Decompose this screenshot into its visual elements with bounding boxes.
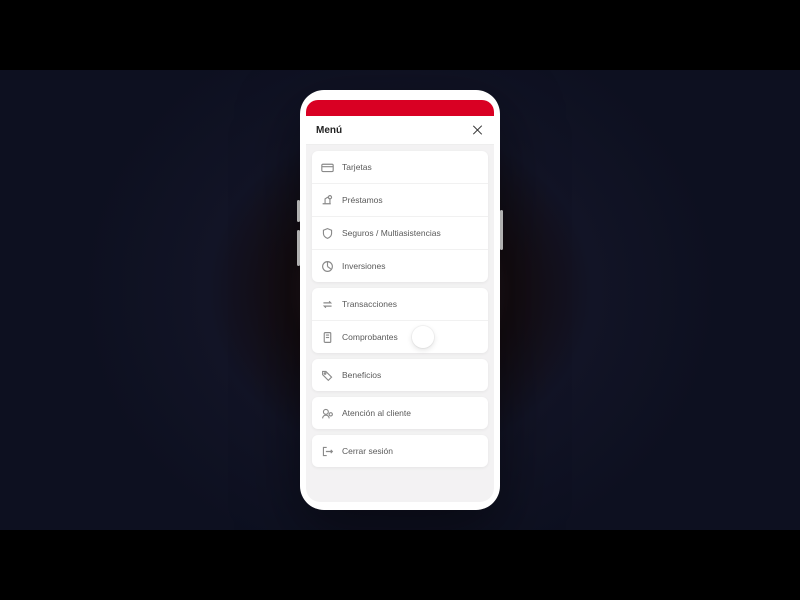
phone-side-button: [500, 210, 503, 250]
menu-title: Menú: [316, 125, 342, 136]
menu-item-comprobantes[interactable]: Comprobantes: [312, 320, 488, 353]
menu-item-beneficios[interactable]: Beneficios: [312, 359, 488, 391]
close-icon[interactable]: [472, 124, 484, 136]
menu-group: Beneficios: [312, 359, 488, 391]
menu-item-label: Comprobantes: [342, 332, 398, 342]
transfer-icon: [320, 297, 334, 311]
card-icon: [320, 160, 334, 174]
tag-icon: [320, 368, 334, 382]
tap-indicator: [412, 326, 434, 348]
menu-item-inversiones[interactable]: Inversiones: [312, 249, 488, 282]
menu-item-label: Transacciones: [342, 299, 397, 309]
letterbox-top: [0, 0, 800, 70]
menu-item-label: Préstamos: [342, 195, 383, 205]
logout-icon: [320, 444, 334, 458]
menu-item-label: Inversiones: [342, 261, 385, 271]
receipt-icon: [320, 330, 334, 344]
app-brand-bar: [306, 100, 494, 116]
menu-group: Transacciones Comprobantes: [312, 288, 488, 353]
shield-icon: [320, 226, 334, 240]
loan-icon: [320, 193, 334, 207]
menu-group: Cerrar sesión: [312, 435, 488, 467]
menu-item-atencion[interactable]: Atención al cliente: [312, 397, 488, 429]
menu-item-seguros[interactable]: Seguros / Multiasistencias: [312, 216, 488, 249]
chart-icon: [320, 259, 334, 273]
menu-item-tarjetas[interactable]: Tarjetas: [312, 151, 488, 183]
menu-item-cerrar-sesion[interactable]: Cerrar sesión: [312, 435, 488, 467]
menu-header: Menú: [306, 116, 494, 145]
menu-item-label: Cerrar sesión: [342, 446, 393, 456]
menu-group: Atención al cliente: [312, 397, 488, 429]
menu-item-label: Beneficios: [342, 370, 381, 380]
menu-item-label: Atención al cliente: [342, 408, 411, 418]
letterbox-bottom: [0, 530, 800, 600]
phone-screen: Menú Tarjetas Préstamos Seguros / Multia…: [306, 116, 494, 502]
menu-item-transacciones[interactable]: Transacciones: [312, 288, 488, 320]
menu-item-label: Tarjetas: [342, 162, 372, 172]
phone-frame: Menú Tarjetas Préstamos Seguros / Multia…: [300, 90, 500, 510]
menu-item-prestamos[interactable]: Préstamos: [312, 183, 488, 216]
support-icon: [320, 406, 334, 420]
menu-group: Tarjetas Préstamos Seguros / Multiasiste…: [312, 151, 488, 282]
menu-item-label: Seguros / Multiasistencias: [342, 228, 441, 238]
